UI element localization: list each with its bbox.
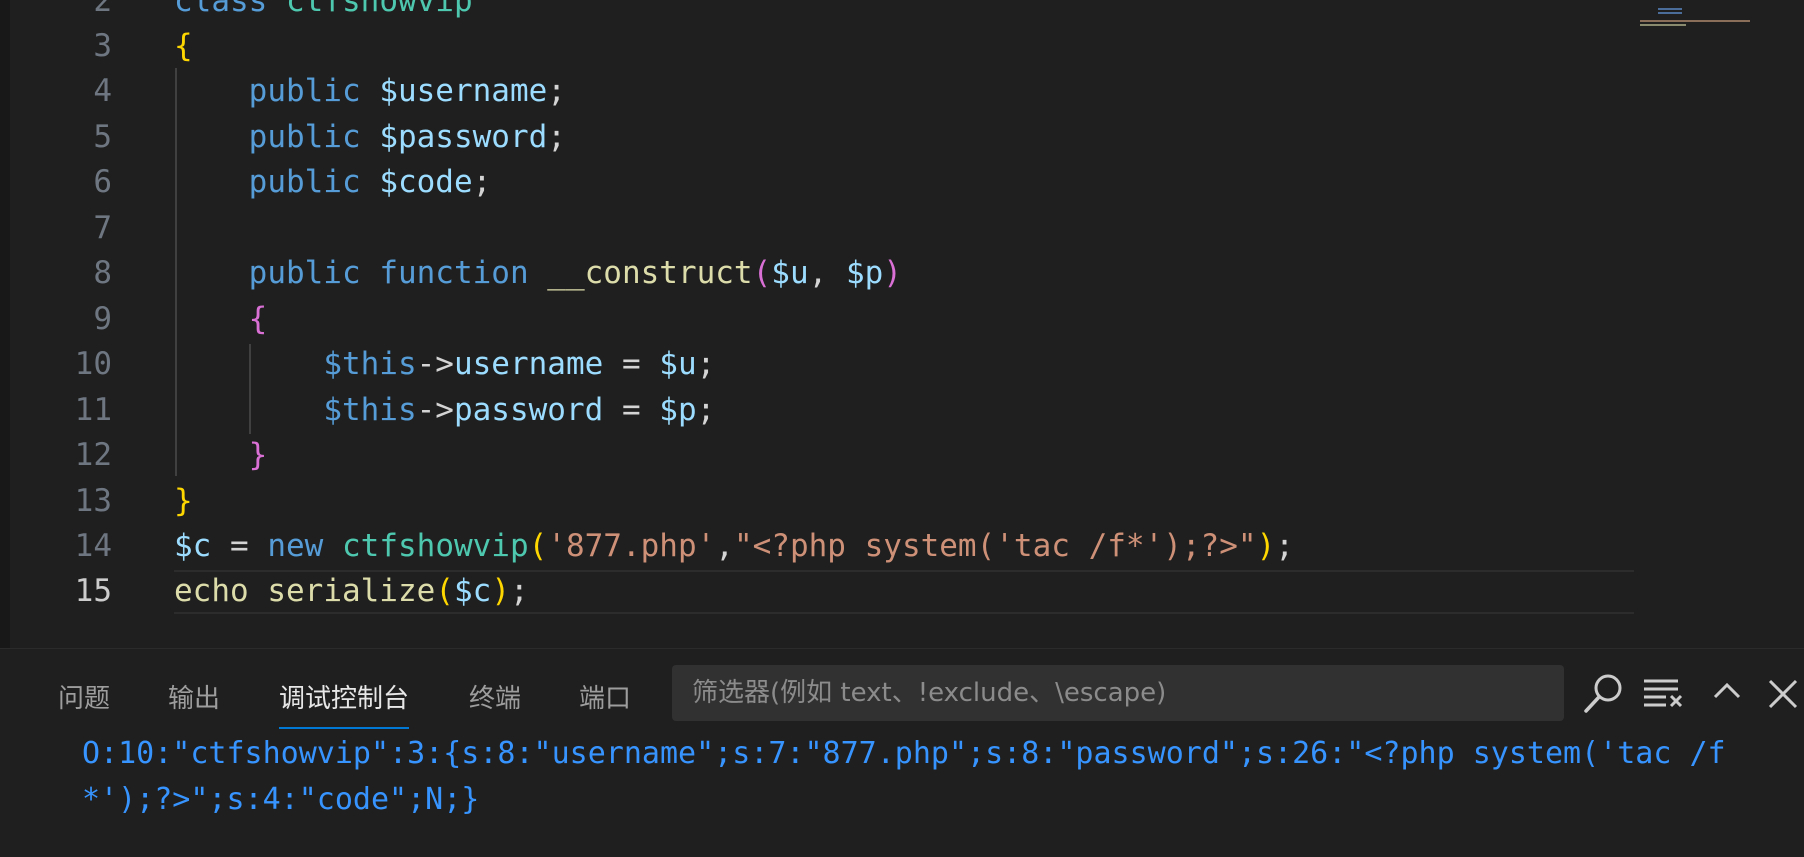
- code-text[interactable]: }: [174, 478, 193, 524]
- line-number: 12: [74, 437, 112, 473]
- line-number: 5: [93, 119, 112, 155]
- line-number: 13: [74, 483, 112, 519]
- line-number: 15: [74, 573, 112, 609]
- code-text[interactable]: {: [174, 23, 193, 69]
- editor-scrollbar[interactable]: [1782, 0, 1804, 648]
- tab-output[interactable]: 输出: [168, 679, 220, 727]
- code-text[interactable]: $this->password = $p;: [174, 387, 715, 433]
- filter-input[interactable]: [690, 677, 1554, 709]
- code-line[interactable]: 4 public $username;: [0, 68, 1640, 114]
- line-number: 9: [93, 301, 112, 337]
- line-number: 14: [74, 528, 112, 564]
- bottom-panel: 问题 输出 调试控制台 终端 端口 O:10:"ctfshowvip": [0, 648, 1804, 857]
- clear-console-icon[interactable]: [1640, 669, 1688, 717]
- code-line[interactable]: 6 public $code;: [0, 159, 1640, 205]
- code-line[interactable]: 7: [0, 205, 1640, 251]
- code-text[interactable]: public function __construct($u, $p): [174, 250, 902, 296]
- line-number: 8: [93, 255, 112, 291]
- code-line[interactable]: 3{: [0, 23, 1640, 69]
- tab-ports[interactable]: 端口: [579, 679, 631, 727]
- code-line[interactable]: 2 class ctfshowvip: [0, 0, 1640, 24]
- code-line[interactable]: 12 }: [0, 432, 1640, 478]
- tab-problems[interactable]: 问题: [58, 679, 110, 727]
- code-text[interactable]: $this->username = $u;: [174, 341, 715, 387]
- current-line-highlight: [174, 570, 1634, 614]
- code-text[interactable]: public $username;: [174, 68, 566, 114]
- line-number: 4: [93, 73, 112, 109]
- tab-debug-console[interactable]: 调试控制台: [279, 679, 410, 729]
- search-icon[interactable]: [1580, 669, 1628, 717]
- line-number: 3: [93, 28, 112, 64]
- code-line[interactable]: 9 {: [0, 296, 1640, 342]
- line-number: 7: [93, 210, 112, 246]
- code-text[interactable]: class ctfshowvip: [174, 0, 473, 24]
- code-editor[interactable]: 2 class ctfshowvip 3{4 public $username; 5 …: [0, 0, 1804, 648]
- console-output: O:10:"ctfshowvip":3:{s:8:"username";s:7:…: [82, 736, 1726, 817]
- code-line[interactable]: 11 $this->password = $p;: [0, 387, 1640, 433]
- code-line[interactable]: 13}: [0, 478, 1640, 524]
- indent-guide: [175, 68, 177, 476]
- minimap[interactable]: [1640, 8, 1760, 28]
- indent-guide: [249, 344, 251, 434]
- code-line[interactable]: 8 public function __construct($u, $p): [0, 250, 1640, 296]
- line-number: 6: [93, 164, 112, 200]
- code-text[interactable]: }: [174, 432, 268, 478]
- code-text[interactable]: public $code;: [174, 159, 492, 205]
- close-icon[interactable]: [1762, 669, 1804, 717]
- code-line[interactable]: 10 $this->username = $u;: [0, 341, 1640, 387]
- code-text[interactable]: $c = new ctfshowvip('877.php',"<?php sys…: [174, 523, 1294, 569]
- chevron-up-icon[interactable]: [1703, 669, 1751, 717]
- code-line[interactable]: 5 public $password;: [0, 114, 1640, 160]
- code-text[interactable]: {: [174, 296, 268, 342]
- code-text[interactable]: public $password;: [174, 114, 566, 160]
- tab-terminal[interactable]: 终端: [469, 679, 521, 727]
- code-line[interactable]: 14 $c = new ctfshowvip('877.php',"<?php s…: [0, 523, 1640, 569]
- line-number: 10: [74, 346, 112, 382]
- filter-box[interactable]: [672, 665, 1564, 721]
- line-number: 2: [93, 0, 112, 19]
- line-number: 11: [74, 392, 112, 428]
